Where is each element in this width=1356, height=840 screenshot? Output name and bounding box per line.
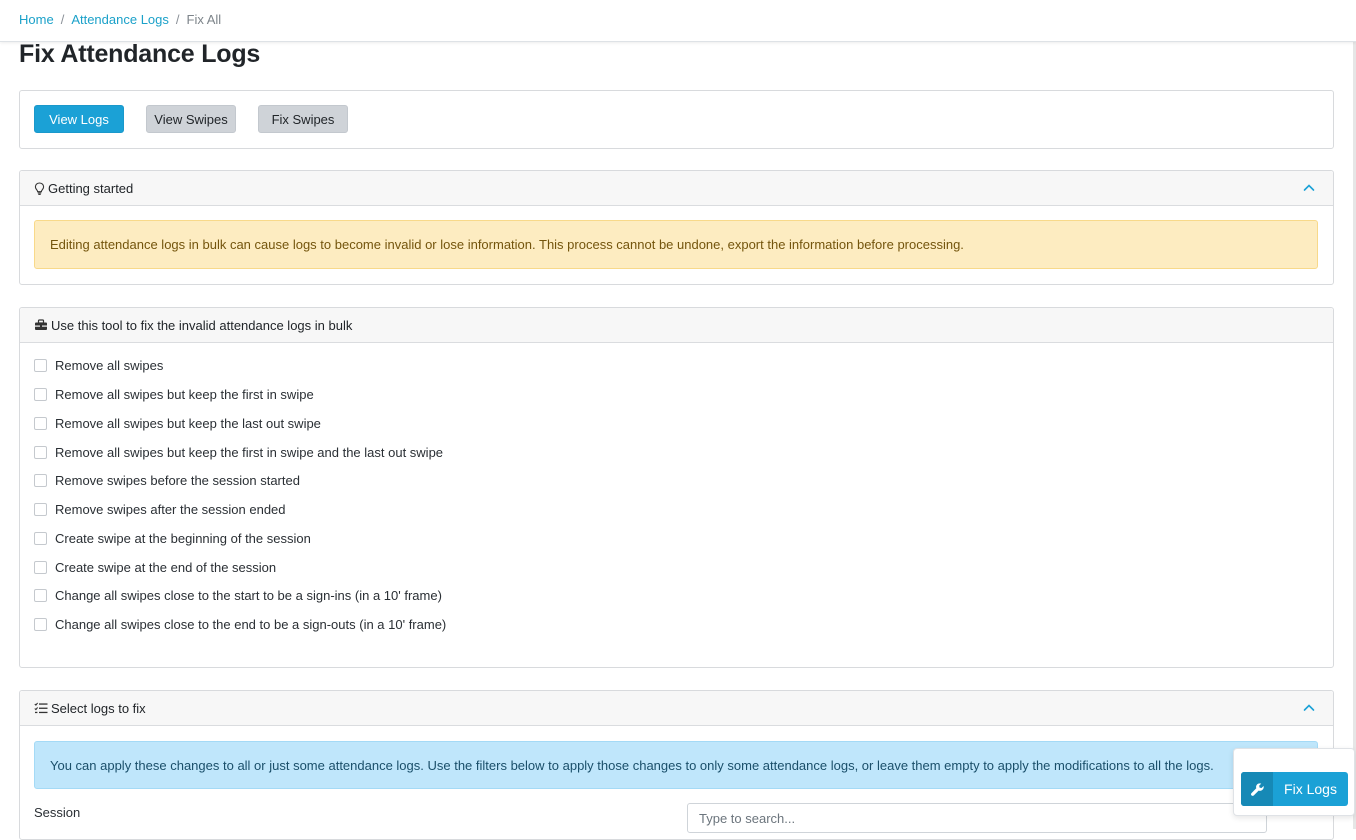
option-checkbox[interactable] xyxy=(34,387,47,401)
fix-tool-card: Use this tool to fix the invalid attenda… xyxy=(19,307,1334,668)
option-checkbox[interactable] xyxy=(34,416,47,430)
filters-info-alert: You can apply these changes to all or ju… xyxy=(34,741,1318,789)
option-remove-after-session[interactable]: Remove swipes after the session ended xyxy=(34,500,286,518)
fix-logs-label: Fix Logs xyxy=(1284,781,1337,797)
option-remove-before-session[interactable]: Remove swipes before the session started xyxy=(34,471,300,489)
select-logs-title: Select logs to fix xyxy=(51,700,146,716)
getting-started-card: Getting started Editing attendance logs … xyxy=(19,170,1334,285)
breadcrumb: Home / Attendance Logs / Fix All xyxy=(19,12,221,27)
option-checkbox[interactable] xyxy=(34,588,47,602)
chevron-up-icon[interactable] xyxy=(1303,702,1315,714)
top-bar: Home / Attendance Logs / Fix All xyxy=(0,0,1356,42)
option-checkbox[interactable] xyxy=(34,617,47,631)
option-change-to-sign-outs[interactable]: Change all swipes close to the end to be… xyxy=(34,615,446,633)
page-title: Fix Attendance Logs xyxy=(19,40,261,68)
getting-started-title: Getting started xyxy=(48,180,134,196)
toolbox-icon xyxy=(34,319,48,331)
chevron-up-icon[interactable] xyxy=(1303,182,1315,194)
option-keep-first-in[interactable]: Remove all swipes but keep the first in … xyxy=(34,385,314,403)
option-checkbox[interactable] xyxy=(34,358,47,372)
fix-swipes-button[interactable]: Fix Swipes xyxy=(258,105,348,133)
select-logs-card: Select logs to fix You can apply these c… xyxy=(19,690,1334,840)
select-logs-header[interactable]: Select logs to fix xyxy=(20,691,1333,726)
option-remove-all-swipes[interactable]: Remove all swipes xyxy=(34,356,163,374)
option-create-swipe-end[interactable]: Create swipe at the end of the session xyxy=(34,558,276,576)
bulk-edit-warning: Editing attendance logs in bulk can caus… xyxy=(34,220,1318,269)
option-checkbox[interactable] xyxy=(34,531,47,545)
breadcrumb-separator: / xyxy=(60,12,65,27)
option-change-to-sign-ins[interactable]: Change all swipes close to the start to … xyxy=(34,586,442,604)
floating-action-panel: Fix Logs xyxy=(1233,748,1355,816)
getting-started-header[interactable]: Getting started xyxy=(20,171,1333,206)
view-logs-button[interactable]: View Logs xyxy=(34,105,124,133)
option-checkbox[interactable] xyxy=(34,445,47,459)
wrench-icon xyxy=(1241,772,1273,806)
task-list-icon xyxy=(34,702,48,714)
breadcrumb-home-link[interactable]: Home xyxy=(19,12,54,27)
breadcrumb-attendance-logs-link[interactable]: Attendance Logs xyxy=(71,12,169,27)
breadcrumb-current: Fix All xyxy=(186,12,222,27)
actions-card: View Logs View Swipes Fix Swipes xyxy=(19,90,1334,149)
view-swipes-button[interactable]: View Swipes xyxy=(146,105,236,133)
fix-tool-header: Use this tool to fix the invalid attenda… xyxy=(20,308,1333,343)
lightbulb-icon xyxy=(34,181,45,195)
option-checkbox[interactable] xyxy=(34,473,47,487)
option-checkbox[interactable] xyxy=(34,560,47,574)
session-label: Session xyxy=(34,805,81,820)
fix-tool-title: Use this tool to fix the invalid attenda… xyxy=(51,317,353,333)
fix-logs-button[interactable]: Fix Logs xyxy=(1241,772,1348,806)
option-keep-first-in-last-out[interactable]: Remove all swipes but keep the first in … xyxy=(34,443,443,461)
option-checkbox[interactable] xyxy=(34,502,47,516)
option-keep-last-out[interactable]: Remove all swipes but keep the last out … xyxy=(34,414,321,432)
option-create-swipe-beginning[interactable]: Create swipe at the beginning of the ses… xyxy=(34,529,311,547)
breadcrumb-separator: / xyxy=(175,12,180,27)
